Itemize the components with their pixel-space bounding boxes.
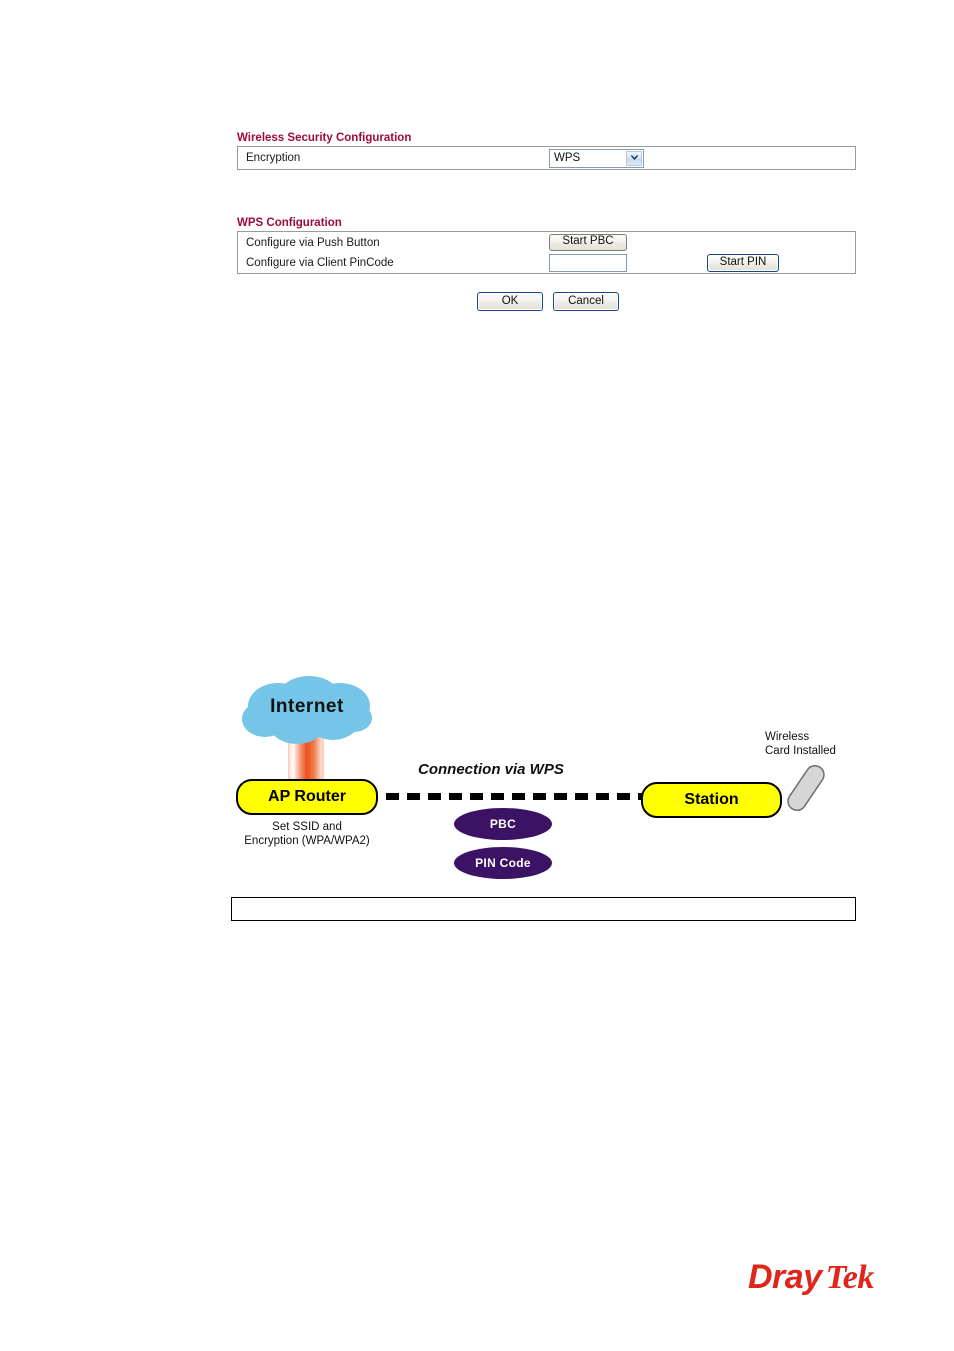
ap-router-label: AP Router <box>268 788 346 805</box>
draytek-logo-dray: Dray <box>748 1258 822 1296</box>
connection-via-wps-title: Connection via WPS <box>418 761 564 778</box>
wps-connection-diagram: Internet AP Router Set SSID and Encrypti… <box>0 0 954 1351</box>
internet-cloud-icon: Internet <box>237 676 377 746</box>
ap-router-caption: Set SSID and Encryption (WPA/WPA2) <box>236 820 378 848</box>
station-label: Station <box>684 791 739 808</box>
wireless-card-caption-line2: Card Installed <box>765 745 836 757</box>
wps-dashed-link <box>386 793 644 800</box>
diagram-caption-box <box>231 897 856 921</box>
draytek-logo: Dray Tek <box>748 1258 874 1297</box>
wireless-card-icon <box>784 762 828 814</box>
pbc-label: PBC <box>489 817 517 831</box>
diagram-caption-box-text <box>232 898 855 906</box>
pin-code-method-oval: PIN Code <box>454 847 552 879</box>
ap-router-node: AP Router <box>236 779 378 815</box>
ap-router-caption-line2: Encryption (WPA/WPA2) <box>244 835 370 847</box>
internet-cloud-label: Internet <box>270 696 344 717</box>
station-node: Station <box>641 782 782 818</box>
pin-code-label: PIN Code <box>475 856 531 870</box>
wireless-card-caption-line1: Wireless <box>765 731 810 743</box>
ap-router-caption-line1: Set SSID and <box>272 821 342 833</box>
wireless-card-caption: Wireless Card Installed <box>765 730 875 758</box>
draytek-logo-tek: Tek <box>825 1259 875 1296</box>
pbc-method-oval: PBC <box>454 808 552 840</box>
